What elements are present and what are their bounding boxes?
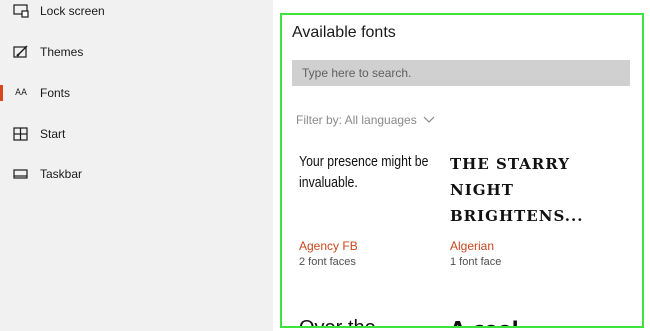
- font-card-agency-fb[interactable]: Your presence might be invaluable. Agenc…: [299, 151, 444, 281]
- sidebar-item-lock-screen[interactable]: Lock screen: [0, 0, 273, 31]
- page-title: Available fonts: [292, 24, 396, 41]
- start-icon: [13, 126, 29, 142]
- sidebar-item-themes[interactable]: Themes: [0, 32, 273, 72]
- themes-icon: [13, 44, 29, 60]
- font-face-count: 2 font faces: [299, 256, 356, 268]
- active-indicator: [0, 85, 3, 101]
- fonts-icon: AA: [15, 88, 27, 98]
- sidebar-item-fonts[interactable]: AA Fonts: [0, 73, 273, 113]
- available-fonts-panel: Available fonts Filter by: All languages…: [280, 13, 644, 328]
- font-preview-partial[interactable]: A cool: [450, 317, 519, 326]
- language-filter-dropdown[interactable]: Filter by: All languages: [296, 113, 435, 127]
- sidebar-item-start[interactable]: Start: [0, 114, 273, 154]
- filter-label: Filter by: All languages: [296, 113, 417, 127]
- sidebar-item-label: Start: [40, 127, 66, 141]
- font-name: Algerian: [450, 239, 495, 253]
- taskbar-icon: [13, 166, 29, 182]
- sidebar-item-label: Lock screen: [40, 4, 105, 18]
- font-search-input[interactable]: [292, 60, 630, 86]
- font-preview-text: Your presence might be invaluable.: [299, 153, 429, 191]
- lock-screen-icon: [13, 3, 29, 19]
- font-preview-partial[interactable]: Over the: [299, 317, 376, 326]
- settings-window: Lock screen Themes AA Fonts Start Taskba…: [0, 0, 650, 331]
- sidebar-item-taskbar[interactable]: Taskbar: [0, 154, 273, 194]
- sidebar-item-label: Fonts: [40, 86, 71, 100]
- font-preview-text: THE STARRY NIGHT BRIGHTENS...: [450, 155, 584, 225]
- sidebar: Lock screen Themes AA Fonts Start Taskba…: [0, 0, 273, 331]
- font-face-count: 1 font face: [450, 256, 502, 268]
- font-name: Agency FB: [299, 239, 358, 253]
- font-card-algerian[interactable]: THE STARRY NIGHT BRIGHTENS... Algerian 1…: [450, 151, 595, 281]
- sidebar-item-label: Themes: [40, 45, 84, 59]
- sidebar-item-label: Taskbar: [40, 167, 83, 181]
- chevron-down-icon: [423, 116, 435, 124]
